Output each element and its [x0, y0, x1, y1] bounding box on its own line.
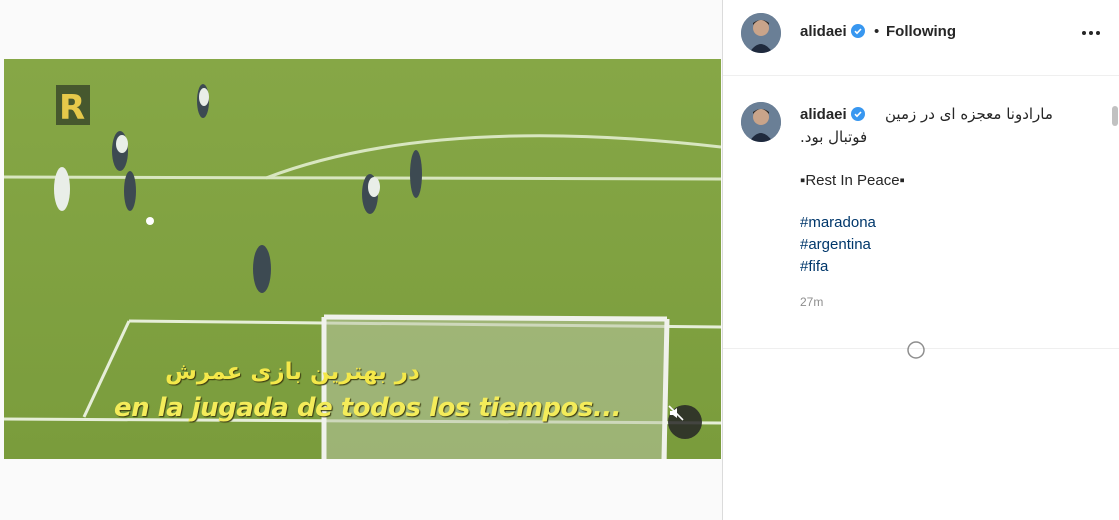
post-side-panel: alidaei • Following alidaei مارادونا معج… [723, 0, 1119, 520]
mute-button[interactable] [668, 405, 702, 439]
caption-username[interactable]: alidaei [800, 106, 865, 123]
verified-badge-icon [850, 107, 865, 121]
video-player[interactable]: R در بهترین بازی عمرش en la jugada de to… [4, 59, 721, 459]
following-button[interactable]: Following [886, 23, 956, 40]
separator-dot: • [874, 23, 880, 40]
post-header: alidaei • Following [723, 0, 1119, 76]
caption-timestamp: 27m [800, 295, 824, 309]
media-pane: R در بهترین بازی عمرش en la jugada de to… [0, 0, 723, 520]
caption-avatar[interactable] [741, 102, 781, 142]
more-options-icon[interactable] [1082, 31, 1100, 35]
comments-scrollbar[interactable] [1112, 106, 1118, 126]
caption-text-line2: فوتبال بود. [800, 128, 868, 146]
subtitle-spanish: en la jugada de todos los tiempos... [113, 393, 622, 423]
caption-text-line1: مارادونا معجزه ای در زمین [885, 105, 1053, 123]
subtitle-persian: در بهترین بازی عمرش [165, 359, 420, 385]
scoreboard-letter: R [59, 88, 85, 128]
speaker-muted-icon [668, 405, 684, 421]
loading-spinner-icon [906, 340, 926, 360]
hashtag-link[interactable]: #argentina [800, 236, 871, 253]
header-username[interactable]: alidaei [800, 23, 865, 40]
hashtag-link[interactable]: #fifa [800, 258, 828, 275]
verified-badge-icon [850, 24, 865, 38]
hashtag-link[interactable]: #maradona [800, 214, 876, 231]
caption-rest-in-peace: ▪Rest In Peace▪ [800, 172, 905, 189]
avatar[interactable] [741, 13, 781, 53]
comments-area: alidaei مارادونا معجزه ای در زمین فوتبال… [723, 76, 1119, 348]
